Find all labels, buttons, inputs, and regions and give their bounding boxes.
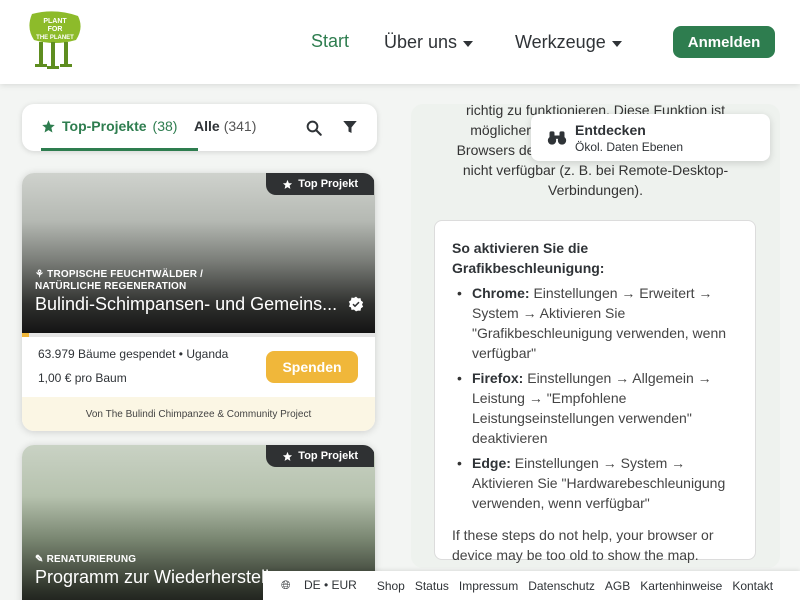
restoration-icon: ✎ — [35, 554, 44, 565]
language-currency-selector[interactable]: 🌐︎ DE • EUR — [281, 578, 367, 593]
instructions-footer: If these steps do not help, your browser… — [452, 527, 714, 563]
project-organization[interactable]: Von The Bulindi Chimpanzee & Community P… — [22, 397, 375, 431]
top-project-badge: Top Projekt — [266, 445, 374, 467]
plant-for-the-planet-logo[interactable]: PLANT FOR THE PLANET — [24, 10, 86, 72]
explore-subtitle: Ökol. Daten Ebenen — [575, 140, 684, 154]
footer-link-map-notes[interactable]: Kartenhinweise — [640, 579, 722, 593]
instruction-browser: Chrome: — [472, 285, 530, 301]
footer-link-status[interactable]: Status — [415, 579, 449, 593]
caret-down-icon — [611, 40, 622, 47]
donation-progress-bar — [22, 333, 375, 337]
nav-tools[interactable]: Werkzeuge — [515, 32, 622, 53]
top-project-badge: Top Projekt — [266, 173, 374, 195]
map-panel[interactable]: richtig zu funktionieren. Diese Funktion… — [411, 104, 780, 568]
sprout-icon: ⚘ — [35, 269, 45, 280]
active-tab-indicator — [41, 148, 198, 151]
tab-top-projects[interactable]: Top-Projekte (38) — [41, 118, 177, 134]
project-tabs: Top-Projekte (38) Alle (341) — [22, 104, 377, 151]
tab-top-projects-label: Top-Projekte — [62, 118, 147, 134]
instruction-edge: Edge: Einstellungen → System → Aktiviere… — [452, 453, 742, 513]
graphics-acceleration-instructions: So aktivieren Sie die Grafikbeschleunigu… — [434, 220, 756, 563]
globe-icon: 🌐︎ — [281, 578, 294, 592]
nav-about-us-label: Über uns — [384, 32, 458, 52]
instructions-title: So aktivieren Sie die Grafikbeschleunigu… — [452, 240, 605, 276]
star-icon — [42, 119, 55, 132]
binoculars-icon — [547, 131, 567, 145]
donation-progress-fill — [22, 333, 30, 337]
instruction-browser: Edge: — [472, 455, 511, 471]
caret-down-icon — [463, 40, 474, 47]
donate-button[interactable]: Spenden — [266, 351, 358, 383]
instructions-list: Chrome: Einstellungen → Erweitert → Syst… — [452, 283, 742, 518]
tab-top-projects-count: (38) — [152, 118, 178, 134]
project-category: ✎ Renaturierung — [35, 554, 136, 566]
top-project-badge-label: Top Projekt — [298, 178, 358, 190]
explore-layers-button[interactable]: Entdecken Ökol. Daten Ebenen — [531, 114, 770, 161]
project-category-label: Renaturierung — [46, 554, 137, 565]
project-card[interactable]: Top Projekt ⚘ Tropische Feuchtwälder / na… — [22, 173, 375, 431]
instruction-browser: Firefox: — [472, 370, 524, 386]
tab-all-projects[interactable]: Alle (341) — [194, 118, 256, 134]
footer-link-privacy[interactable]: Datenschutz — [528, 579, 595, 593]
login-button[interactable]: Anmelden — [673, 26, 775, 58]
tab-all-projects-count: (341) — [223, 118, 257, 134]
project-price: 1,00 € pro Baum — [38, 371, 127, 385]
nav-tools-label: Werkzeuge — [515, 32, 606, 52]
site-header: PLANT FOR THE PLANET Start Über uns Werk… — [0, 0, 800, 84]
svg-text:FOR: FOR — [48, 26, 63, 33]
project-category-label: Tropische Feuchtwälder / natürliche Rege… — [35, 269, 204, 292]
instruction-text: Einstellungen → System → Aktivieren Sie … — [472, 455, 726, 511]
star-icon — [283, 451, 293, 461]
footer-link-terms[interactable]: AGB — [605, 579, 630, 593]
top-project-badge-label: Top Projekt — [298, 450, 358, 462]
project-title[interactable]: Programm zur Wiederherstellung — [35, 567, 299, 588]
nav-start[interactable]: Start — [311, 31, 349, 52]
star-icon — [283, 179, 293, 189]
project-stats: 63.979 Bäume gespendet • Uganda — [38, 347, 229, 361]
footer-link-shop[interactable]: Shop — [377, 579, 405, 593]
footer-link-contact[interactable]: Kontakt — [732, 579, 773, 593]
footer-link-imprint[interactable]: Impressum — [459, 579, 518, 593]
svg-text:THE PLANET: THE PLANET — [36, 35, 74, 41]
nav-about-us[interactable]: Über uns — [384, 32, 474, 53]
tab-all-projects-label: Alle — [194, 118, 220, 134]
instruction-chrome: Chrome: Einstellungen → Erweitert → Syst… — [452, 283, 742, 363]
verified-badge-icon — [349, 296, 364, 312]
project-category: ⚘ Tropische Feuchtwälder / natürliche Reg… — [35, 269, 235, 293]
search-icon[interactable] — [305, 119, 323, 137]
filter-icon[interactable] — [341, 118, 359, 136]
explore-title: Entdecken — [575, 122, 646, 138]
instruction-firefox: Firefox: Einstellungen → Allgemein → Lei… — [452, 368, 742, 448]
project-title[interactable]: Bulindi-Schimpansen- und Gemeins... — [35, 294, 364, 315]
footer-bar: 🌐︎ DE • EUR Shop Status Impressum Datens… — [263, 571, 800, 600]
project-title-label: Bulindi-Schimpansen- und Gemeins... — [35, 294, 338, 314]
language-currency-label: DE • EUR — [303, 578, 357, 592]
svg-text:PLANT: PLANT — [43, 18, 67, 25]
